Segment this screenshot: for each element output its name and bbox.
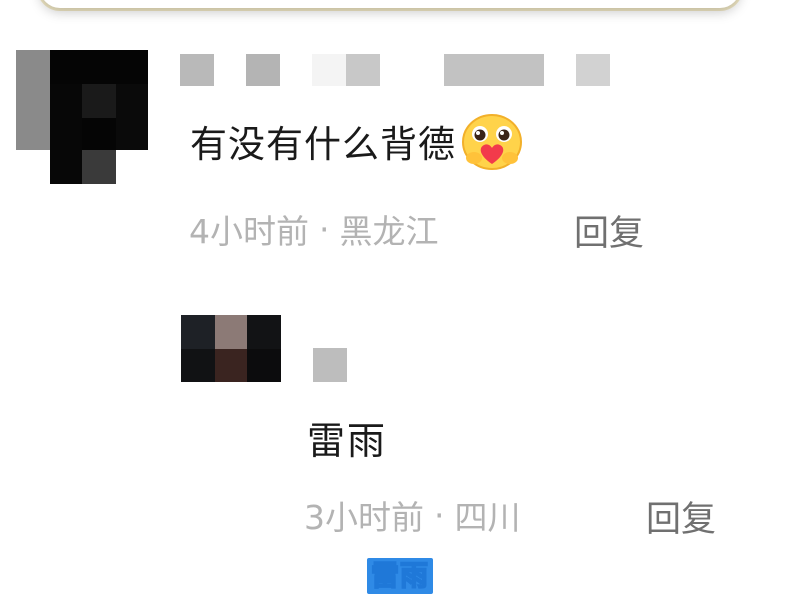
comment-text: 有没有什么背德	[190, 123, 456, 166]
reply-comment-time: 3小时前	[304, 498, 424, 537]
reply-button[interactable]: 回复	[574, 205, 644, 256]
commenter-name-censored[interactable]	[180, 52, 620, 86]
comment-location: 黑龙江	[339, 212, 439, 251]
comment-body: 有没有什么背德	[190, 112, 524, 170]
top-card-edge	[40, 0, 740, 8]
reply-comment-location: 四川	[454, 498, 521, 537]
reply-button[interactable]: 回复	[646, 491, 716, 542]
replier-avatar[interactable]	[181, 315, 281, 382]
meta-separator: ·	[319, 209, 330, 249]
reply-comment-meta: 3小时前 · 四川	[304, 491, 521, 539]
commenter-avatar[interactable]	[16, 50, 148, 184]
comment-time: 4小时前	[189, 212, 309, 251]
meta-separator: ·	[434, 495, 445, 535]
video-caption: 雷雨	[367, 558, 434, 594]
reply-comment-text: 雷雨	[307, 419, 388, 463]
comment-meta: 4小时前 · 黑龙江	[189, 205, 439, 253]
hug-heart-emoji-icon	[460, 112, 524, 170]
replier-name-censored[interactable]	[313, 348, 347, 382]
